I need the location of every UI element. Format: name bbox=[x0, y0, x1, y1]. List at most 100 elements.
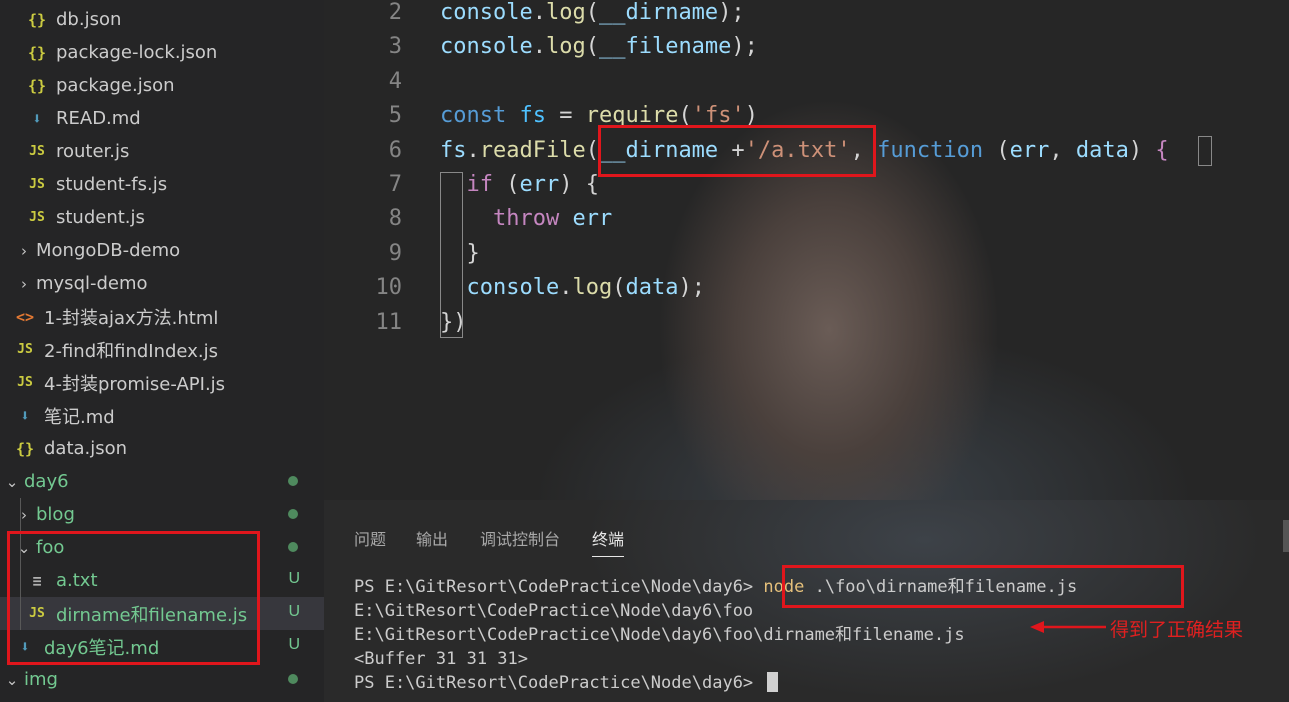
highlight-box-foo-folder bbox=[7, 531, 260, 665]
code-token: throw bbox=[492, 206, 560, 232]
code-text: throw err bbox=[440, 202, 612, 236]
code-token: data bbox=[625, 275, 679, 301]
code-token: __filename bbox=[598, 34, 732, 60]
code-token: log bbox=[545, 34, 586, 60]
bottom-panel: 问题 输出 调试控制台 终端 PS E:\GitResort\CodePract… bbox=[324, 500, 1289, 702]
terminal-prompt: PS E:\GitResort\CodePractice\Node\day6> bbox=[354, 577, 764, 597]
explorer-item-label: student-fs.js bbox=[56, 174, 168, 195]
code-token: console bbox=[440, 34, 533, 60]
code-token: data bbox=[1075, 137, 1129, 163]
code-token: fs bbox=[440, 137, 467, 163]
untracked-badge: U bbox=[288, 570, 300, 587]
code-token: ); bbox=[718, 0, 745, 25]
explorer-item-12[interactable]: JS 4-封装promise-API.js bbox=[0, 366, 324, 399]
code-token: ) { bbox=[559, 172, 599, 197]
explorer-item-label: student.js bbox=[56, 207, 145, 228]
explorer-item-label: 2-find和findIndex.js bbox=[44, 340, 218, 362]
code-token: if bbox=[466, 172, 494, 197]
code-token: err bbox=[1009, 137, 1050, 163]
modified-dot-icon bbox=[288, 674, 298, 684]
tab-output[interactable]: 输出 bbox=[416, 526, 448, 550]
html-icon: <> bbox=[15, 307, 35, 326]
explorer-item-label: day6 bbox=[24, 471, 69, 492]
explorer-item-7[interactable]: JS student.js bbox=[0, 201, 324, 234]
code-token: ( bbox=[983, 137, 1010, 163]
code-token: . bbox=[532, 34, 546, 60]
code-token: { bbox=[1155, 137, 1169, 163]
tab-problems[interactable]: 问题 bbox=[354, 526, 386, 550]
code-token: ( bbox=[585, 0, 599, 25]
code-token: readFile bbox=[479, 137, 586, 163]
javascript-icon: JS bbox=[17, 375, 33, 390]
explorer-item-label: db.json bbox=[56, 9, 122, 30]
code-line[interactable]: 8 throw err bbox=[324, 202, 1289, 236]
explorer-item-label: router.js bbox=[56, 141, 130, 162]
code-token: ); bbox=[678, 275, 705, 301]
line-number: 10 bbox=[375, 275, 403, 301]
code-line[interactable]: 2 console.log(__dirname); bbox=[324, 0, 1289, 30]
code-token: log bbox=[545, 0, 586, 25]
code-editor[interactable]: 11}) 10 console.log(data); 9 } 8 throw err 7… bbox=[324, 0, 1289, 500]
code-token: ); bbox=[731, 34, 758, 60]
javascript-icon: JS bbox=[29, 177, 45, 192]
line-number: 2 bbox=[388, 0, 402, 25]
explorer-item-16[interactable]: › blog bbox=[0, 498, 324, 531]
explorer-item-label: 笔记.md bbox=[44, 406, 115, 428]
code-text: console.log(__dirname); bbox=[440, 0, 745, 30]
explorer-item-label: package.json bbox=[56, 75, 175, 96]
markdown-arrow-icon: ⬇ bbox=[20, 406, 30, 425]
code-token: err bbox=[572, 206, 613, 232]
code-line[interactable]: 11}) bbox=[324, 306, 1289, 340]
explorer-item-2[interactable]: {} package-lock.json bbox=[0, 36, 324, 69]
explorer-item-label: blog bbox=[36, 504, 75, 525]
explorer-item-14[interactable]: {} data.json bbox=[0, 432, 324, 465]
terminal-output-dirname: E:\GitResort\CodePractice\Node\day6\foo bbox=[354, 601, 754, 621]
annotation-correct-result: 得到了正确结果 bbox=[1110, 619, 1244, 641]
code-text: if (err) { bbox=[440, 168, 600, 202]
code-line[interactable]: 10 console.log(data); bbox=[324, 271, 1289, 305]
explorer-item-5[interactable]: JS router.js bbox=[0, 135, 324, 168]
code-token: . bbox=[466, 137, 480, 163]
code-token: = bbox=[545, 103, 586, 129]
code-line[interactable]: 4 bbox=[324, 65, 1289, 99]
code-token: ( bbox=[493, 172, 520, 197]
line-number: 8 bbox=[388, 206, 402, 232]
explorer-item-6[interactable]: JS student-fs.js bbox=[0, 168, 324, 201]
chevron-right-icon: › bbox=[21, 274, 27, 293]
explorer-item-9[interactable]: › mysql-demo bbox=[0, 267, 324, 300]
explorer-item-15[interactable]: ⌄ day6 bbox=[0, 465, 324, 498]
tab-terminal[interactable]: 终端 bbox=[592, 526, 625, 557]
chevron-down-icon: ⌄ bbox=[5, 472, 19, 491]
code-token: ( bbox=[612, 275, 626, 301]
code-token: ( bbox=[585, 137, 599, 163]
explorer-sidebar: {} db.json {} package-lock.json {} package.js… bbox=[0, 0, 324, 702]
code-token: . bbox=[559, 275, 573, 301]
explorer-item-1[interactable]: {} db.json bbox=[0, 3, 324, 36]
tab-debug-console[interactable]: 调试控制台 bbox=[480, 526, 560, 550]
code-line[interactable]: 9 } bbox=[324, 237, 1289, 271]
explorer-item-label: MongoDB-demo bbox=[36, 240, 181, 261]
panel-scrollbar[interactable] bbox=[1283, 520, 1289, 552]
modified-dot-icon bbox=[288, 542, 298, 552]
code-token: err bbox=[519, 172, 560, 197]
line-number: 3 bbox=[388, 34, 402, 60]
highlight-box-dirname bbox=[598, 125, 876, 177]
untracked-badge: U bbox=[288, 636, 300, 653]
code-line[interactable]: 3 console.log(__filename); bbox=[324, 30, 1289, 64]
line-number: 5 bbox=[388, 103, 402, 129]
explorer-item-11[interactable]: JS 2-find和findIndex.js bbox=[0, 333, 324, 366]
explorer-item-label: 1-封装ajax方法.html bbox=[44, 307, 219, 329]
explorer-item-8[interactable]: › MongoDB-demo bbox=[0, 234, 324, 267]
line-number: 9 bbox=[388, 240, 402, 266]
explorer-item-13[interactable]: ⬇ 笔记.md bbox=[0, 399, 324, 432]
code-token: ( bbox=[585, 34, 599, 60]
explorer-item-label: data.json bbox=[44, 438, 128, 459]
highlight-box-command bbox=[782, 565, 1184, 608]
terminal-line-prompt[interactable]: PS E:\GitResort\CodePractice\Node\day6> bbox=[354, 671, 779, 695]
explorer-item-21[interactable]: ⌄ img bbox=[0, 663, 324, 696]
line-number: 4 bbox=[388, 68, 402, 94]
explorer-item-10[interactable]: <> 1-封装ajax方法.html bbox=[0, 300, 324, 333]
explorer-item-3[interactable]: {} package.json bbox=[0, 69, 324, 102]
explorer-item-4[interactable]: ⬇ READ.md bbox=[0, 102, 324, 135]
